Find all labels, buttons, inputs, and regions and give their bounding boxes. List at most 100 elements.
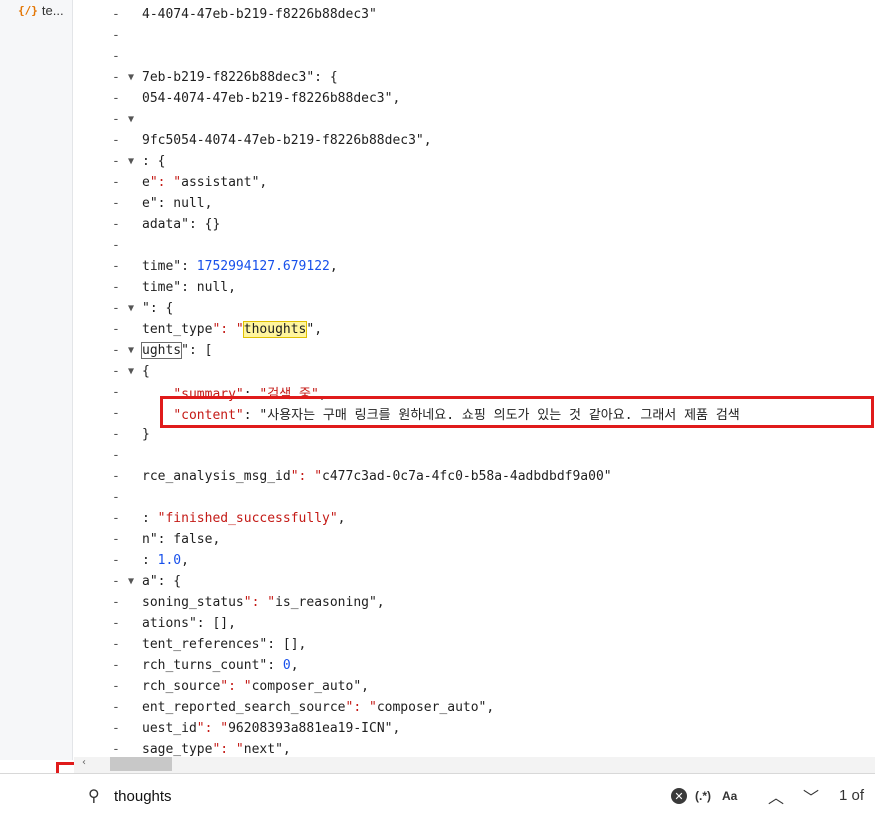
diff-marker: - bbox=[112, 301, 120, 316]
code-text: rch_source": "composer_auto", bbox=[142, 679, 369, 694]
diff-marker: - bbox=[112, 742, 120, 757]
fold-arrow-icon[interactable]: ▼ bbox=[128, 345, 134, 356]
code-text: time": 1752994127.679122, bbox=[142, 259, 338, 274]
diff-marker: - bbox=[112, 637, 120, 652]
code-line: - tent_type": "thoughts", bbox=[74, 319, 875, 340]
diff-marker: - bbox=[112, 7, 120, 22]
code-line: - bbox=[74, 25, 875, 46]
diff-marker: - bbox=[112, 322, 120, 337]
code-line: - time": 1752994127.679122, bbox=[74, 256, 875, 277]
code-text: tent_references": [], bbox=[142, 637, 307, 652]
find-input[interactable] bbox=[112, 784, 226, 808]
code-text: "content": "사용자는 구매 링크를 원하네요. 쇼핑 의도가 있는 … bbox=[173, 408, 740, 423]
code-text: ent_reported_search_source": "composer_a… bbox=[142, 700, 495, 715]
editor-tab-strip: {/} te... bbox=[0, 0, 73, 760]
code-text: ations": [], bbox=[142, 616, 236, 631]
code-line: - time": null, bbox=[74, 277, 875, 298]
code-text: { bbox=[142, 364, 150, 379]
file-tab[interactable]: {/} te... bbox=[0, 0, 84, 20]
search-icon: ⚲ bbox=[88, 786, 100, 805]
code-text: } bbox=[142, 427, 150, 442]
horizontal-scrollbar[interactable]: ‹ bbox=[74, 757, 875, 773]
code-line: - ent_reported_search_source": "composer_… bbox=[74, 697, 875, 718]
code-text: e": "assistant", bbox=[142, 175, 268, 190]
code-line: - rch_turns_count": 0, bbox=[74, 655, 875, 676]
diff-marker: - bbox=[112, 196, 120, 211]
code-text: : 1.0, bbox=[142, 553, 189, 568]
code-text: rch_turns_count": 0, bbox=[142, 658, 299, 673]
code-line: - n": false, bbox=[74, 529, 875, 550]
scroll-left-icon[interactable]: ‹ bbox=[82, 757, 86, 768]
previous-match-button[interactable]: ︿ bbox=[768, 786, 784, 807]
find-bar: ⚲ ✕ (.*) Aa ︿ ﹀ 1 of bbox=[0, 773, 875, 818]
code-text: adata": {} bbox=[142, 217, 221, 232]
diff-marker: - bbox=[112, 217, 120, 232]
diff-marker: - bbox=[112, 49, 120, 64]
code-text: e": null, bbox=[142, 196, 213, 211]
fold-arrow-icon[interactable]: ▼ bbox=[128, 576, 134, 587]
diff-marker: - bbox=[112, 28, 120, 43]
code-text: n": false, bbox=[142, 532, 221, 547]
fold-arrow-icon[interactable]: ▼ bbox=[128, 114, 134, 125]
next-match-button[interactable]: ﹀ bbox=[803, 786, 819, 807]
diff-marker: - bbox=[112, 553, 120, 568]
match-case-toggle[interactable]: Aa bbox=[722, 786, 737, 806]
code-line: - ▼ : { bbox=[74, 151, 875, 172]
scrollbar-thumb[interactable] bbox=[110, 757, 172, 771]
diff-marker: - bbox=[112, 133, 120, 148]
diff-marker: - bbox=[112, 448, 120, 463]
code-line: - rce_analysis_msg_id": "c477c3ad-0c7a-4f… bbox=[74, 466, 875, 487]
code-editor[interactable]: -4-4074-47eb-b219-f8226b88dec3" - - - ▼ 7eb-b… bbox=[74, 0, 875, 760]
code-line: - "summary": "검색 중", bbox=[74, 382, 875, 403]
diff-marker: - bbox=[112, 427, 120, 442]
code-line: - 054-4074-47eb-b219-f8226b88dec3", bbox=[74, 88, 875, 109]
code-text: "summary": "검색 중", bbox=[173, 387, 327, 402]
code-text: : { bbox=[142, 154, 166, 169]
code-line: - bbox=[74, 445, 875, 466]
code-text: tent_type": "thoughts", bbox=[142, 321, 323, 338]
fold-arrow-icon[interactable]: ▼ bbox=[128, 366, 134, 377]
code-line: - bbox=[74, 46, 875, 67]
code-line: - 9fc5054-4074-47eb-b219-f8226b88dec3", bbox=[74, 130, 875, 151]
code-line: - rch_source": "composer_auto", bbox=[74, 676, 875, 697]
diff-marker: - bbox=[112, 280, 120, 295]
file-tab-label: te... bbox=[41, 2, 64, 18]
code-line: - ▼ a": { bbox=[74, 571, 875, 592]
code-line: - ▼ 7eb-b219-f8226b88dec3": { bbox=[74, 67, 875, 88]
diff-marker: - bbox=[112, 658, 120, 673]
diff-marker: - bbox=[112, 679, 120, 694]
fold-arrow-icon[interactable]: ▼ bbox=[128, 156, 134, 167]
diff-marker: - bbox=[112, 154, 120, 169]
fold-arrow-icon[interactable]: ▼ bbox=[128, 72, 134, 83]
code-line: - ▼ ughts": [ bbox=[74, 340, 875, 361]
code-line: -: "finished_successfully", bbox=[74, 508, 875, 529]
code-text: 4-4074-47eb-b219-f8226b88dec3" bbox=[142, 7, 377, 22]
diff-marker: - bbox=[112, 70, 120, 85]
diff-marker: - bbox=[112, 175, 120, 190]
clear-icon: ✕ bbox=[671, 788, 687, 804]
diff-marker: - bbox=[112, 574, 120, 589]
clear-search-button[interactable]: ✕ bbox=[671, 786, 687, 806]
diff-marker: - bbox=[112, 343, 120, 358]
code-line: - ▼ bbox=[74, 109, 875, 130]
diff-marker: - bbox=[112, 259, 120, 274]
code-line: - bbox=[74, 487, 875, 508]
match-count: 1 of bbox=[839, 787, 865, 804]
code-text: time": null, bbox=[142, 280, 236, 295]
diff-marker: - bbox=[112, 721, 120, 736]
code-line: - e": null, bbox=[74, 193, 875, 214]
regex-toggle[interactable]: (.*) bbox=[695, 786, 711, 806]
code-line: - : 1.0, bbox=[74, 550, 875, 571]
diff-marker: - bbox=[112, 364, 120, 379]
code-text: rce_analysis_msg_id": "c477c3ad-0c7a-4fc… bbox=[142, 469, 612, 484]
code-line: - uest_id": "96208393a881ea19-ICN", bbox=[74, 718, 875, 739]
fold-arrow-icon[interactable]: ▼ bbox=[128, 303, 134, 314]
code-line: - ations": [], bbox=[74, 613, 875, 634]
json-file-icon: {/} bbox=[18, 3, 38, 17]
code-text: soning_status": "is_reasoning", bbox=[142, 595, 385, 610]
code-text: 7eb-b219-f8226b88dec3": { bbox=[142, 70, 338, 85]
diff-marker: - bbox=[112, 511, 120, 526]
diff-marker: - bbox=[112, 595, 120, 610]
code-line: - e": "assistant", bbox=[74, 172, 875, 193]
code-line: - soning_status": "is_reasoning", bbox=[74, 592, 875, 613]
